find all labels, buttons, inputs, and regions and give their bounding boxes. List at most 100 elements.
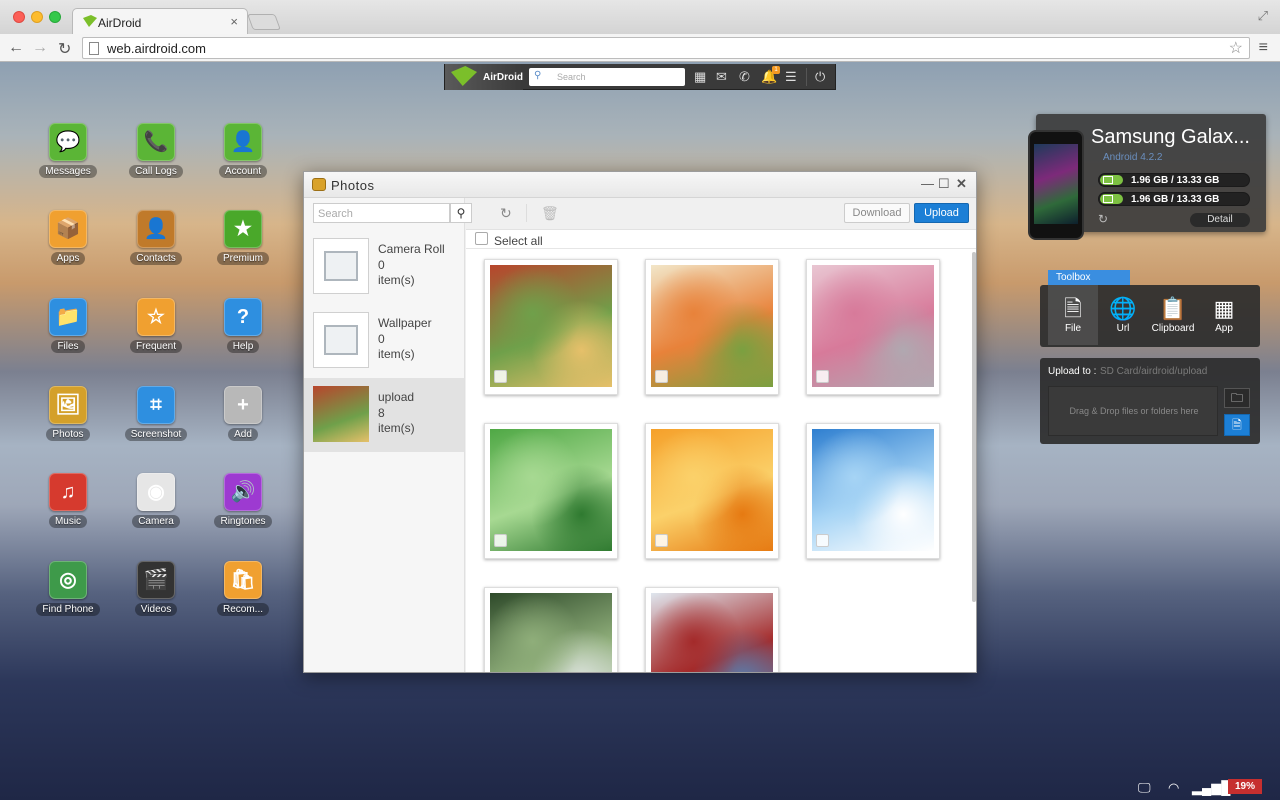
photo-thumbnail-shrimp-pasta[interactable]	[645, 259, 779, 395]
app-call-logs[interactable]: 📞 Call Logs	[116, 123, 196, 178]
airdroid-logo[interactable]: AirDroid	[445, 64, 523, 90]
app-screenshot[interactable]: ⌗ Screenshot	[116, 386, 196, 441]
forward-icon[interactable]: →	[32, 39, 48, 57]
top-search-input[interactable]: ⚲ Search	[529, 68, 685, 86]
select-all-checkbox[interactable]	[475, 232, 488, 245]
back-icon[interactable]: ←	[8, 39, 24, 57]
add-icon: +	[224, 386, 262, 424]
close-icon[interactable]: ✕	[956, 176, 967, 192]
photo-grid-scrollbar[interactable]	[972, 252, 976, 602]
app-label: Add	[228, 428, 258, 441]
image-placeholder-icon	[313, 312, 369, 368]
app-label: Call Logs	[129, 165, 183, 178]
photo-grid	[466, 249, 976, 672]
photo-thumbnail-forest-stream[interactable]	[484, 587, 618, 672]
toolbox-app[interactable]: ▦ App	[1199, 285, 1249, 345]
close-window-button[interactable]	[13, 11, 25, 23]
file-icon: 🗎	[1064, 296, 1082, 321]
upload-button[interactable]: Upload	[914, 203, 969, 223]
new-tab-button[interactable]	[247, 14, 281, 30]
app-label: Photos	[46, 428, 90, 441]
apps-icon[interactable]: ▦	[694, 69, 706, 85]
device-panel: Samsung Galax... Android 4.2.2 1.96 GB /…	[1028, 114, 1266, 240]
upload-path[interactable]: SD Card/airdroid/upload	[1100, 366, 1207, 377]
toolbox-tab[interactable]: Toolbox	[1048, 270, 1130, 285]
upload-to-label: Upload to :	[1048, 366, 1097, 377]
refresh-icon[interactable]: ↻	[500, 205, 512, 222]
photo-thumbnail-blue-sky-flowers[interactable]	[806, 423, 940, 559]
maximize-icon[interactable]: ☐	[938, 176, 950, 192]
app-help[interactable]: ? Help	[203, 298, 283, 353]
photos-icon: 🖼	[49, 386, 87, 424]
app-messages[interactable]: 💬 Messages	[28, 123, 108, 178]
storage-bar-sd: 1.96 GB / 13.33 GB	[1098, 192, 1250, 206]
storage-bar-internal: 1.96 GB / 13.33 GB	[1098, 173, 1250, 187]
minimize-window-button[interactable]	[31, 11, 43, 23]
photo-checkbox[interactable]	[494, 534, 507, 547]
app-label: Ringtones	[214, 515, 272, 528]
photo-thumbnail-green-grass-bokeh[interactable]	[484, 423, 618, 559]
phone-image	[1028, 130, 1084, 240]
app-contacts[interactable]: 👤 Contacts	[116, 210, 196, 265]
monitor-icon: 🖵	[1138, 780, 1151, 795]
album-camera-roll[interactable]: Camera Roll 0 item(s)	[304, 230, 464, 304]
album-search-input[interactable]: Search	[313, 203, 450, 223]
refresh-icon[interactable]: ↻	[1098, 212, 1108, 226]
toolbox-file[interactable]: 🗎 File	[1048, 285, 1098, 345]
toolbox-clipboard[interactable]: 📋 Clipboard	[1148, 285, 1198, 345]
app-files[interactable]: 📁 Files	[28, 298, 108, 353]
app-find-phone[interactable]: ◎ Find Phone	[28, 561, 108, 616]
url-text[interactable]: web.airdroid.com	[107, 41, 206, 56]
bookmark-star-icon[interactable]: ☆	[1229, 38, 1243, 58]
trash-icon[interactable]: 🗑	[541, 205, 559, 222]
address-bar[interactable]: web.airdroid.com ☆	[82, 37, 1250, 59]
photo-checkbox[interactable]	[816, 534, 829, 547]
detail-button[interactable]: Detail	[1190, 213, 1250, 227]
premium-icon: ★	[224, 210, 262, 248]
photo-thumbnail-cherry-blossoms[interactable]	[806, 259, 940, 395]
app-label: Premium	[216, 252, 269, 265]
app-apps[interactable]: 📦 Apps	[28, 210, 108, 265]
app-account[interactable]: 👤 Account	[203, 123, 283, 178]
phone-icon[interactable]: ✆	[739, 69, 750, 85]
tab-close-icon[interactable]: ×	[230, 14, 238, 29]
app-recom[interactable]: 🛍 Recom...	[203, 561, 283, 616]
app-frequent[interactable]: ☆ Frequent	[116, 298, 196, 353]
app-label: Files	[51, 340, 85, 353]
browser-menu-icon[interactable]: ≡	[1259, 39, 1268, 57]
photo-thumbnail-winter-barn[interactable]	[645, 587, 779, 672]
album-upload[interactable]: upload 8 item(s)	[304, 378, 464, 452]
app-ringtones[interactable]: 🔊 Ringtones	[203, 473, 283, 528]
app-videos[interactable]: 🎬 Videos	[116, 561, 196, 616]
app-premium[interactable]: ★ Premium	[203, 210, 283, 265]
album-wallpaper[interactable]: Wallpaper 0 item(s)	[304, 304, 464, 378]
minimize-icon[interactable]: —	[921, 176, 934, 191]
app-music[interactable]: ♫ Music	[28, 473, 108, 528]
mail-icon[interactable]: ✉	[716, 69, 727, 85]
power-icon[interactable]: ⏻	[815, 69, 825, 85]
app-add[interactable]: + Add	[203, 386, 283, 441]
download-button[interactable]: Download	[844, 203, 910, 223]
toolbox-item-label: Clipboard	[1151, 323, 1195, 334]
photo-thumbnail-orange-slices[interactable]	[645, 423, 779, 559]
upload-file-button[interactable]: 🗎	[1224, 414, 1250, 436]
photo-checkbox[interactable]	[816, 370, 829, 383]
photo-checkbox[interactable]	[655, 534, 668, 547]
reload-icon[interactable]: ↻	[58, 39, 71, 59]
fullscreen-icon[interactable]: ⤢	[1258, 8, 1268, 24]
app-photos[interactable]: 🖼 Photos	[28, 386, 108, 441]
maximize-window-button[interactable]	[49, 11, 61, 23]
photos-window-header[interactable]: Photos — ☐ ✕	[304, 172, 976, 198]
photo-checkbox[interactable]	[494, 370, 507, 383]
photo-checkbox[interactable]	[655, 370, 668, 383]
messages-icon: 💬	[49, 123, 87, 161]
photo-thumbnail-cafe-facade[interactable]	[484, 259, 618, 395]
drop-zone[interactable]: Drag & Drop files or folders here	[1048, 386, 1218, 436]
app-camera[interactable]: ◉ Camera	[116, 473, 196, 528]
photos-window-title: Photos	[331, 178, 375, 193]
upload-folder-button[interactable]: 🗀	[1224, 388, 1250, 408]
contacts-icon: 👤	[137, 210, 175, 248]
list-icon[interactable]: ☰	[785, 69, 797, 85]
toolbox-url[interactable]: 🌐 Url	[1098, 285, 1148, 345]
browser-tab[interactable]: AirDroid ×	[72, 8, 248, 34]
